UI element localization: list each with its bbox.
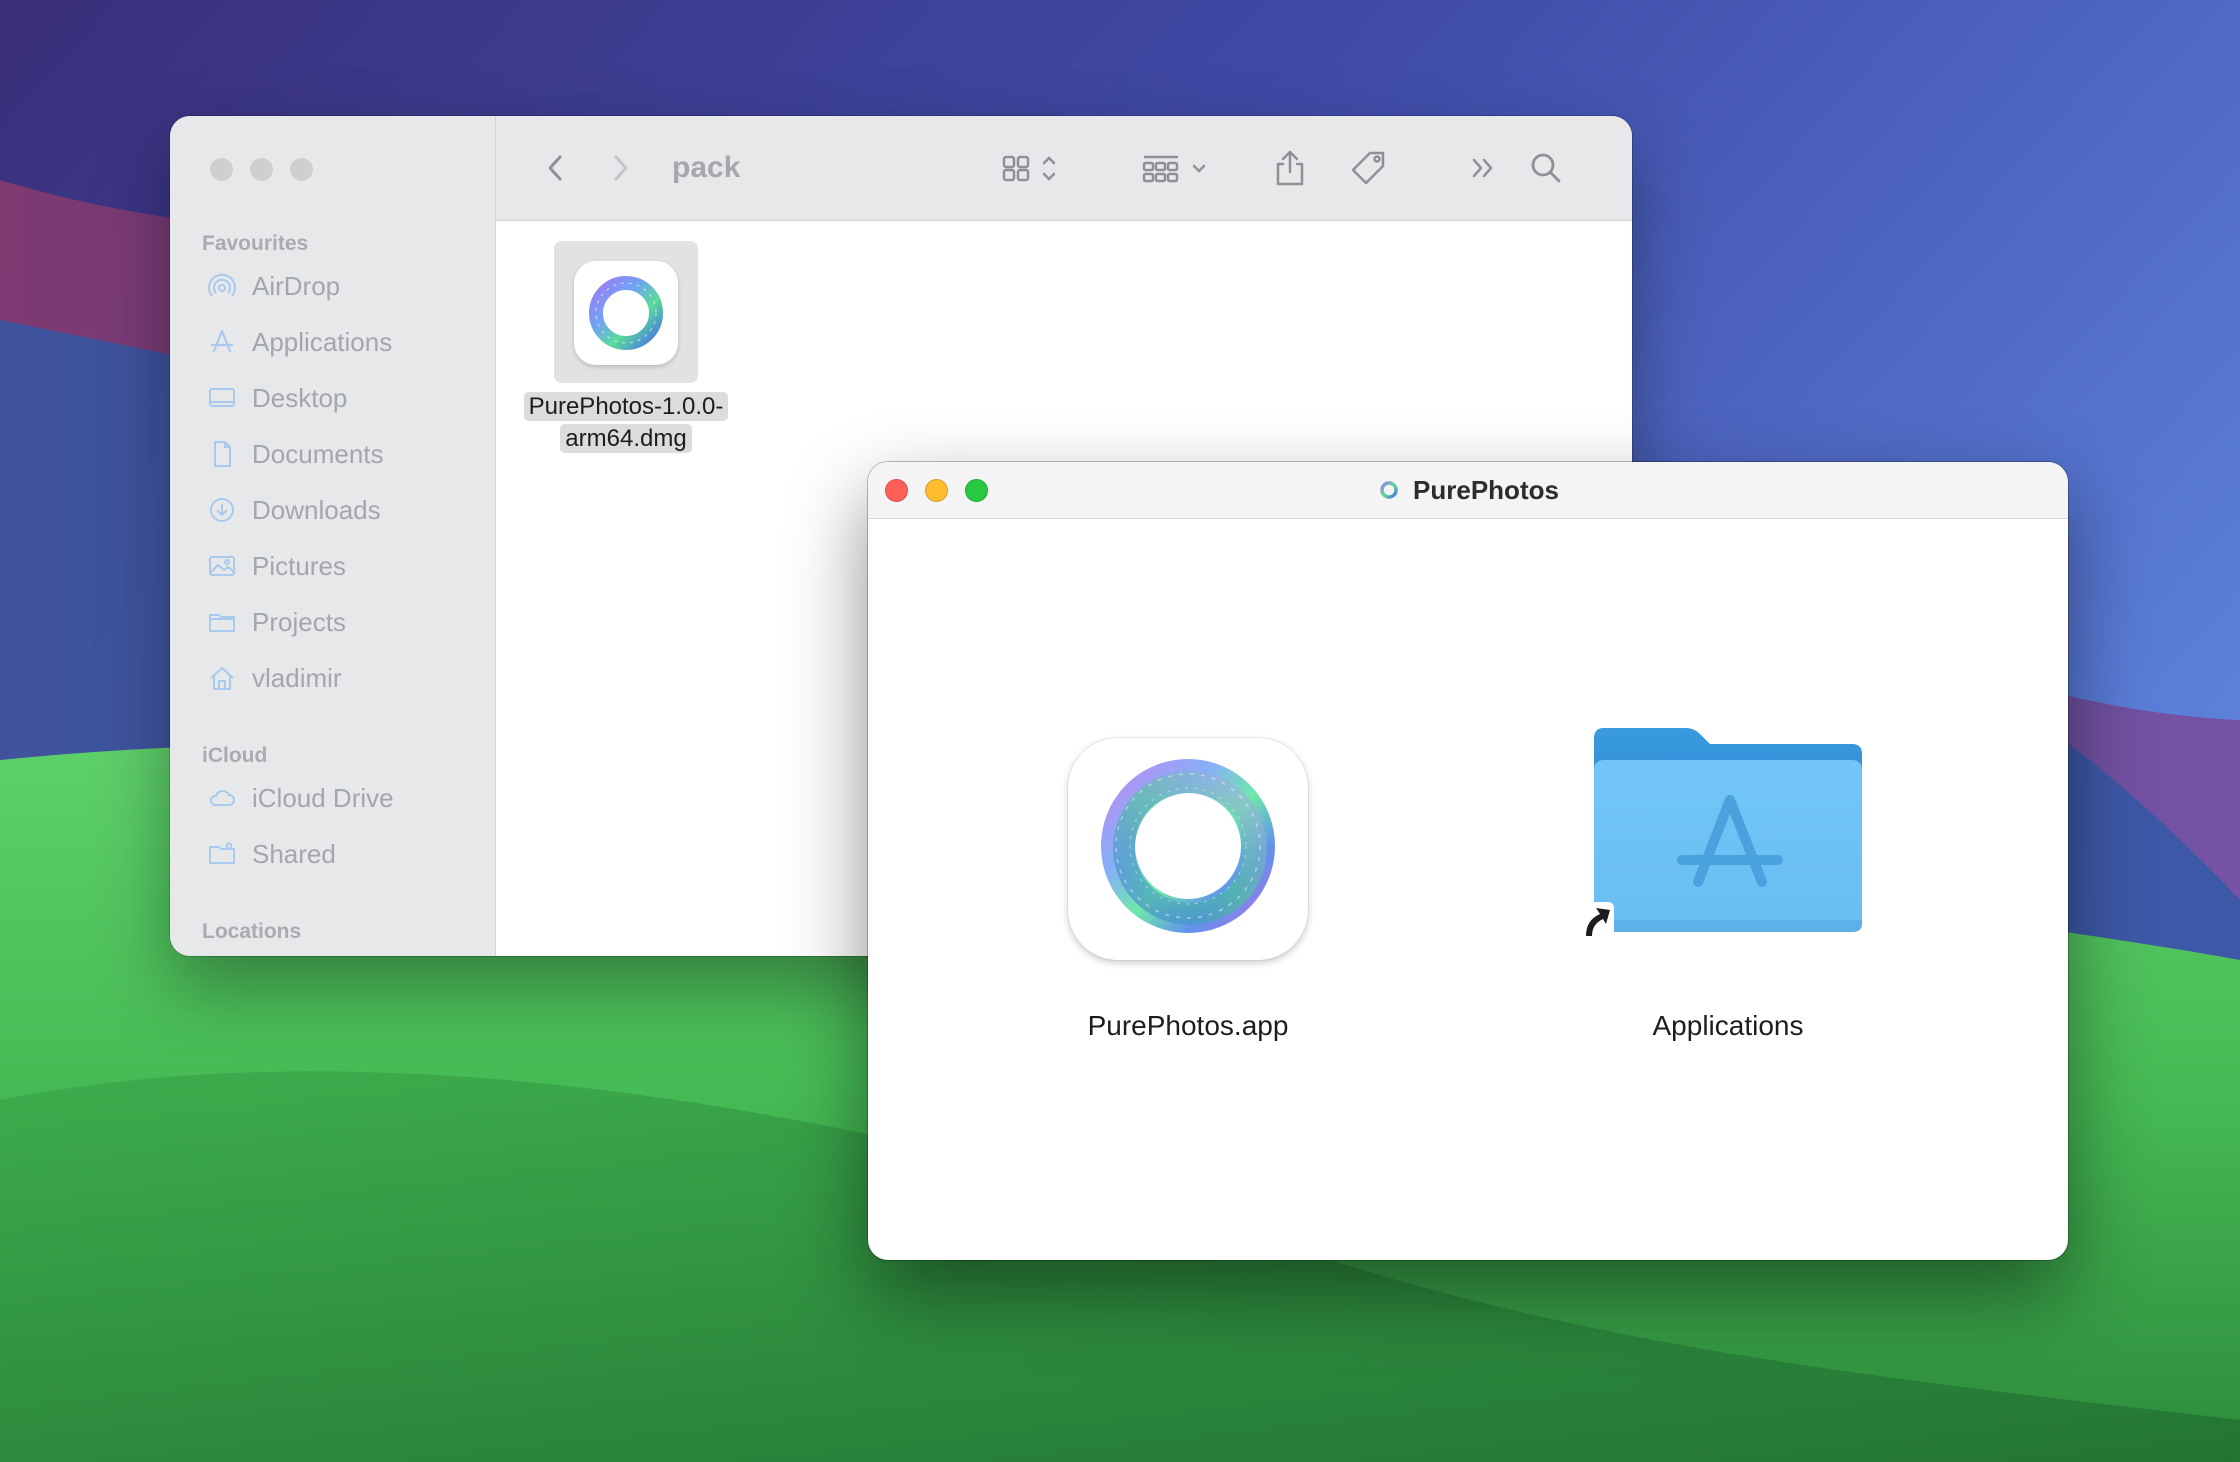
sidebar-item-label: Projects: [252, 606, 346, 637]
chevrons-right-icon: [1472, 158, 1493, 178]
app-label: PurePhotos.app: [1087, 1010, 1289, 1041]
locations-heading: Locations: [202, 920, 302, 943]
forward-button[interactable]: [600, 146, 640, 190]
window-controls-inactive[interactable]: [210, 158, 313, 181]
finder-toolbar: pack: [496, 116, 1632, 221]
purephotos-ring-icon: [589, 276, 663, 350]
alias-arrow-icon: [1578, 902, 1614, 942]
disk-image-icon: [1380, 481, 1398, 499]
search-button[interactable]: [1526, 146, 1566, 190]
dmg-file-icon: [574, 261, 678, 365]
sidebar-item-desktop[interactable]: Desktop: [206, 376, 347, 420]
sidebar-item-projects[interactable]: Projects: [206, 600, 346, 644]
sidebar-item-label: Desktop: [252, 382, 348, 413]
purephotos-app-item[interactable]: [1068, 738, 1308, 960]
dmg-titlebar: PurePhotos: [868, 462, 2068, 519]
sidebar-item-icloud-drive[interactable]: iCloud Drive: [206, 776, 394, 820]
sidebar-item-label: vladimir: [252, 662, 342, 693]
sidebar-item-label: iCloud Drive: [252, 782, 394, 813]
sidebar-item-label: Applications: [252, 326, 393, 357]
tag-button[interactable]: [1346, 146, 1390, 190]
dmg-file-item[interactable]: [554, 241, 698, 383]
dmg-window-title: PurePhotos: [868, 462, 2068, 518]
group-by-icon: [1142, 155, 1206, 183]
group-button[interactable]: [1140, 146, 1216, 190]
pictures-icon: [206, 550, 238, 582]
favourites-heading: Favourites: [202, 232, 309, 255]
desktop-icon: [206, 382, 238, 414]
icon-view-icon: [1002, 155, 1056, 182]
share-icon: [1276, 150, 1304, 186]
sidebar-item-label: Pictures: [252, 550, 346, 581]
close-button[interactable]: [210, 158, 233, 181]
share-button[interactable]: [1270, 146, 1310, 190]
window-title: pack: [672, 151, 741, 184]
document-icon: [206, 438, 238, 470]
minimize-button[interactable]: [250, 158, 273, 181]
sidebar-item-shared[interactable]: Shared: [206, 832, 336, 876]
back-button[interactable]: [536, 146, 576, 190]
sidebar-item-pictures[interactable]: Pictures: [206, 544, 346, 588]
dmg-title-text: PurePhotos: [1413, 474, 1559, 505]
sidebar-item-downloads[interactable]: Downloads: [206, 488, 381, 532]
more-toolbar-button[interactable]: [1464, 146, 1504, 190]
file-name-line: PurePhotos-1.0.0-: [523, 392, 729, 421]
applications-folder-alias[interactable]: [1578, 724, 1866, 944]
zoom-button[interactable]: [290, 158, 313, 181]
file-name-line: arm64.dmg: [560, 424, 692, 453]
sidebar-item-label: AirDrop: [252, 270, 341, 301]
sidebar-item-airdrop[interactable]: AirDrop: [206, 264, 340, 308]
folder-icon: [206, 606, 238, 638]
icloud-heading: iCloud: [202, 744, 268, 767]
applications-folder-icon: [1594, 728, 1862, 932]
downloads-icon: [206, 494, 238, 526]
chevron-left-icon: [548, 155, 562, 181]
shared-folder-icon: [206, 838, 238, 870]
dmg-file-name: PurePhotos-1.0.0- arm64.dmg: [516, 391, 736, 455]
finder-sidebar: Favourites AirDrop Applications Desktop …: [170, 116, 496, 956]
sidebar-item-documents[interactable]: Documents: [206, 432, 384, 476]
search-icon: [1531, 153, 1561, 183]
applications-icon: [206, 326, 238, 358]
purephotos-app-icon: [1101, 759, 1275, 933]
sidebar-item-label: Shared: [252, 838, 336, 869]
home-icon: [206, 662, 238, 694]
view-mode-button[interactable]: [1000, 146, 1070, 190]
tag-icon: [1351, 151, 1385, 185]
sidebar-item-label: Downloads: [252, 494, 381, 525]
cloud-icon: [206, 782, 238, 814]
sidebar-item-applications[interactable]: Applications: [206, 320, 392, 364]
chevron-right-icon: [614, 155, 628, 181]
sidebar-item-label: Documents: [252, 438, 384, 469]
sidebar-item-home[interactable]: vladimir: [206, 656, 342, 700]
applications-label: Applications: [1652, 1010, 1804, 1041]
airdrop-icon: [206, 270, 238, 302]
dmg-installer-window[interactable]: PurePhotos PurePhotos.app Applications: [868, 462, 2068, 1260]
